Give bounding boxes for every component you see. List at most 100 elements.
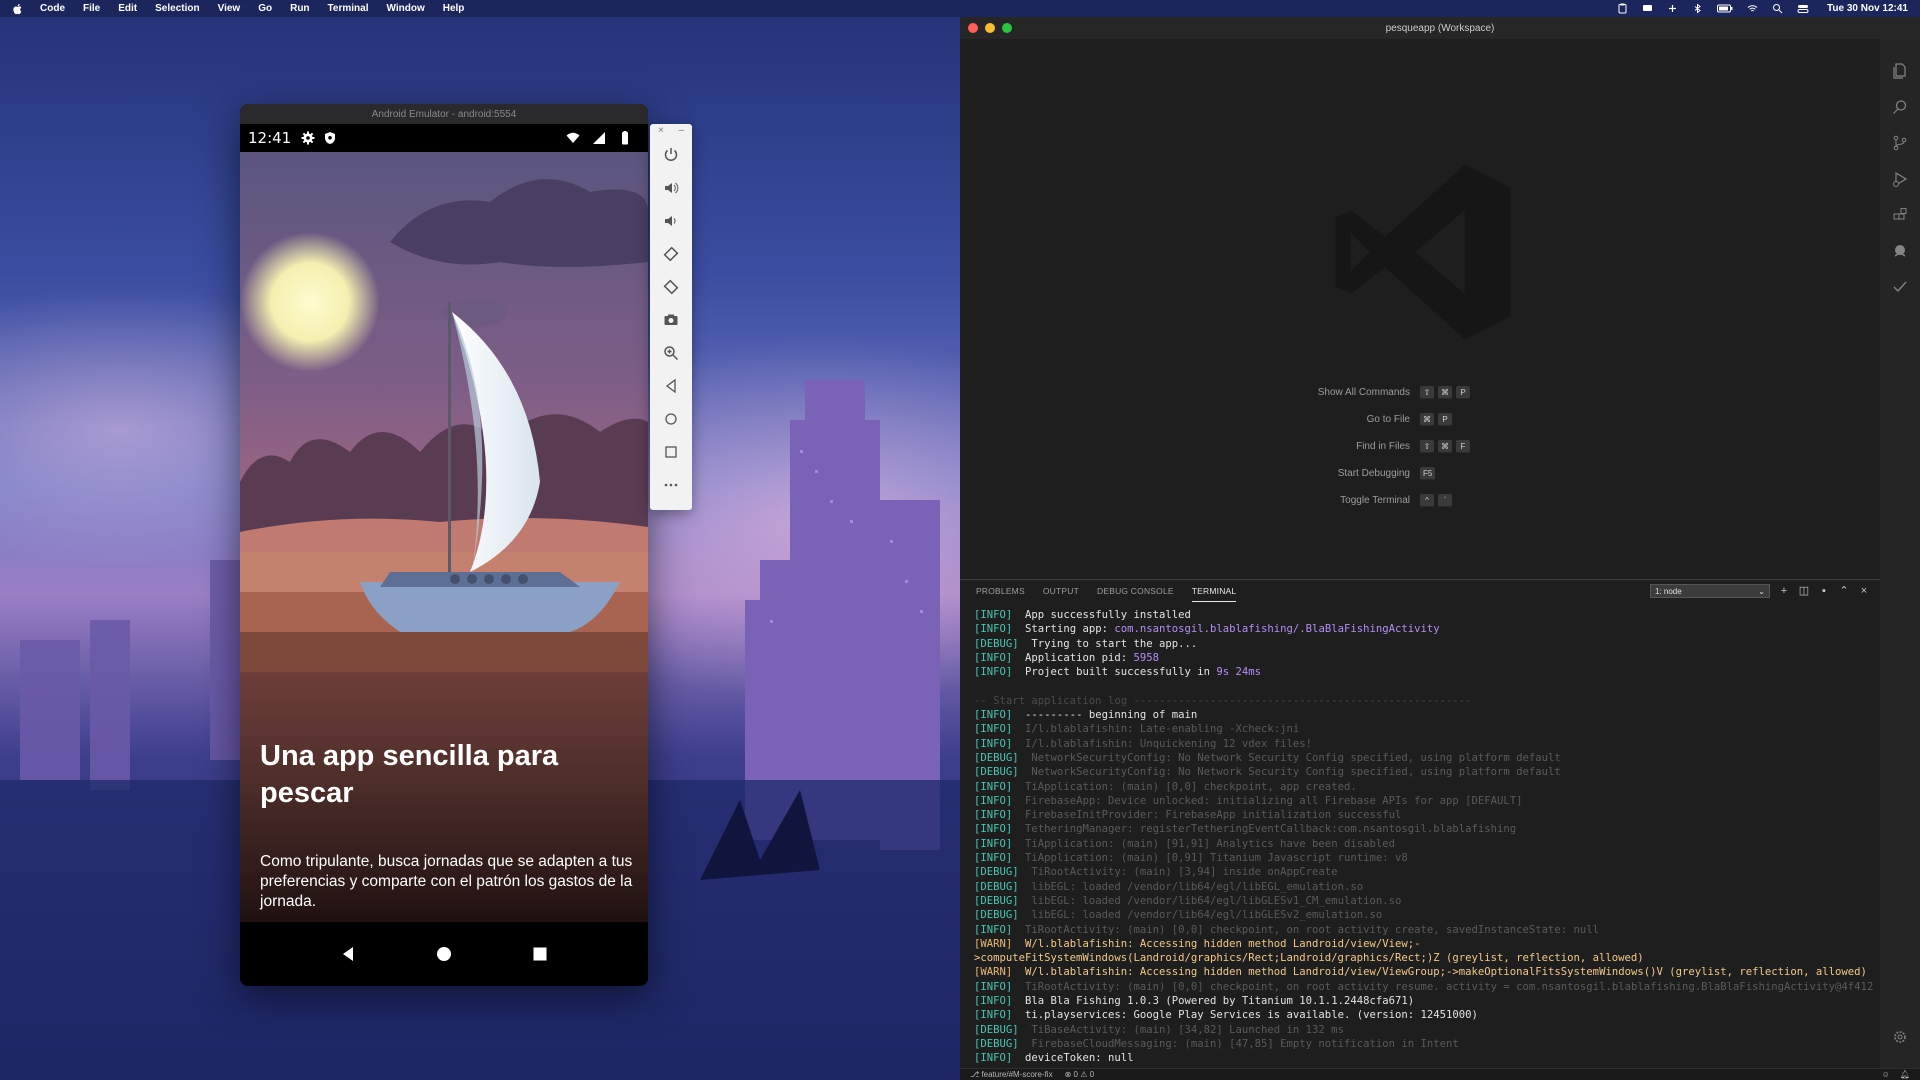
screenshot-button[interactable] <box>650 303 692 336</box>
new-terminal-plus-icon[interactable]: + <box>1778 585 1790 597</box>
menu-app-name[interactable]: Code <box>40 3 65 14</box>
log-message: 5958 <box>1133 651 1159 664</box>
tab-terminal[interactable]: TERMINAL <box>1191 580 1237 602</box>
terminal-selector-dropdown[interactable]: 1: node ⌄ <box>1650 584 1770 598</box>
display-icon[interactable] <box>1642 3 1653 14</box>
zoom-button[interactable] <box>650 336 692 369</box>
editor-welcome-area[interactable]: Show All Commands ⇧ ⌘ P Go to File ⌘ P F… <box>960 39 1880 597</box>
trash-icon[interactable]: ▪ <box>1818 585 1830 597</box>
home-button[interactable] <box>433 943 455 965</box>
shortcut-start-debugging[interactable]: Start Debugging F5 <box>1180 460 1660 487</box>
back-button[interactable] <box>337 943 359 965</box>
shortcut-label: Go to File <box>1366 414 1410 425</box>
camera-icon <box>664 314 678 325</box>
log-message: TiApplication: (main) [0,0] checkpoint, … <box>1025 780 1357 793</box>
bluetooth-icon[interactable] <box>1692 3 1703 14</box>
log-message: TiApplication: (main) [91,91] Analytics … <box>1025 837 1395 850</box>
terminal-line: [INFO] TetheringManager: registerTetheri… <box>974 822 1874 836</box>
vscode-title-bar[interactable]: pesqueapp (Workspace) <box>960 17 1920 39</box>
shortcut-key: ⌘ <box>1438 386 1452 399</box>
explorer-button[interactable] <box>1880 53 1920 89</box>
clipboard-icon[interactable] <box>1617 3 1628 14</box>
vscode-window-title: pesqueapp (Workspace) <box>1385 22 1495 34</box>
menu-window[interactable]: Window <box>386 3 424 14</box>
manage-button[interactable] <box>1880 1019 1920 1055</box>
menu-run[interactable]: Run <box>290 3 309 14</box>
branch-indicator[interactable]: ⎇ feature/#M-score-fix <box>970 1070 1053 1079</box>
terminal-line: [INFO] Application pid: 5958 <box>974 651 1874 665</box>
welcome-shortcuts: Show All Commands ⇧ ⌘ P Go to File ⌘ P F… <box>1180 379 1660 514</box>
minimize-icon[interactable]: – <box>678 125 684 137</box>
menu-view[interactable]: View <box>218 3 241 14</box>
focus-off-icon[interactable] <box>1667 3 1678 14</box>
log-level: [INFO] <box>974 837 1013 850</box>
rotate-left-button[interactable] <box>650 237 692 270</box>
rotate-right-icon <box>663 279 679 294</box>
overview-outline-icon <box>665 445 677 458</box>
shortcut-key: ^ <box>1420 494 1434 507</box>
maximize-window-button[interactable] <box>1002 23 1012 33</box>
overview-toolbar-button[interactable] <box>650 435 692 468</box>
close-panel-icon[interactable]: × <box>1858 585 1870 597</box>
battery-icon[interactable] <box>1717 3 1733 14</box>
shortcut-show-all-commands[interactable]: Show All Commands ⇧ ⌘ P <box>1180 379 1660 406</box>
terminal-line: [DEBUG] libEGL: loaded /vendor/lib64/egl… <box>974 894 1874 908</box>
phone-screen[interactable]: 12:41 Una app sencilla para pescar Como … <box>240 124 648 986</box>
menu-edit[interactable]: Edit <box>118 3 137 14</box>
vscode-window: pesqueapp (Workspace) Show All Commands … <box>960 17 1920 1080</box>
extensions-button[interactable] <box>1880 197 1920 233</box>
shortcut-go-to-file[interactable]: Go to File ⌘ P <box>1180 406 1660 433</box>
rotate-right-button[interactable] <box>650 270 692 303</box>
menu-go[interactable]: Go <box>258 3 272 14</box>
run-debug-button[interactable] <box>1880 161 1920 197</box>
emulator-title-bar[interactable]: Android Emulator - android:5554 <box>240 104 648 124</box>
back-toolbar-button[interactable] <box>650 369 692 402</box>
menu-file[interactable]: File <box>83 3 100 14</box>
shortcut-find-in-files[interactable]: Find in Files ⇧ ⌘ F <box>1180 433 1660 460</box>
recents-button[interactable] <box>529 943 551 965</box>
testing-button[interactable] <box>1880 269 1920 305</box>
more-button[interactable] <box>650 468 692 501</box>
close-icon[interactable]: × <box>658 125 664 137</box>
close-window-button[interactable] <box>968 23 978 33</box>
remote-explorer-button[interactable] <box>1880 233 1920 269</box>
feedback-icon[interactable]: ☺ <box>1882 1070 1890 1079</box>
files-icon <box>1893 63 1906 79</box>
log-level: [DEBUG] <box>974 880 1019 893</box>
shortcut-label: Show All Commands <box>1317 387 1410 398</box>
menu-terminal[interactable]: Terminal <box>328 3 369 14</box>
volume-down-button[interactable] <box>650 204 692 237</box>
tab-output[interactable]: OUTPUT <box>1043 580 1079 602</box>
menu-help[interactable]: Help <box>443 3 465 14</box>
apple-menu-icon[interactable] <box>12 3 24 15</box>
terminal-line: [INFO] --------- beginning of main <box>974 708 1874 722</box>
maximize-panel-chevron-up-icon[interactable]: ⌃ <box>1838 585 1850 597</box>
menubar-clock[interactable]: Tue 30 Nov 12:41 <box>1827 3 1908 14</box>
notifications-bell-icon[interactable]: 🔔︎ <box>1900 1070 1910 1079</box>
android-emulator-window: Android Emulator - android:5554 12:41 Un… <box>240 104 648 986</box>
log-level: [DEBUG] <box>974 1023 1019 1036</box>
log-message: FirebaseCloudMessaging: (main) [47,85] E… <box>1031 1037 1459 1050</box>
wifi-icon[interactable] <box>1747 3 1758 14</box>
home-toolbar-button[interactable] <box>650 402 692 435</box>
tab-debug-console[interactable]: DEBUG CONSOLE <box>1097 580 1174 602</box>
split-terminal-icon[interactable]: ◫ <box>1798 585 1810 597</box>
tab-problems[interactable]: PROBLEMS <box>976 580 1025 602</box>
terminal-selector-value: 1: node <box>1655 586 1682 596</box>
control-center-icon[interactable] <box>1797 3 1813 14</box>
volume-up-button[interactable] <box>650 171 692 204</box>
minimize-window-button[interactable] <box>985 23 995 33</box>
problems-indicator[interactable]: ⊗ 0 ⚠ 0 <box>1065 1070 1094 1079</box>
search-button[interactable] <box>1880 89 1920 125</box>
log-level: [INFO] <box>974 666 1013 679</box>
terminal-line: [DEBUG] NetworkSecurityConfig: No Networ… <box>974 751 1874 765</box>
log-level: [DEBUG] <box>974 766 1019 779</box>
spotlight-search-icon[interactable] <box>1772 3 1783 14</box>
power-button[interactable] <box>650 138 692 171</box>
log-level: [WARN] <box>974 937 1013 950</box>
shortcut-toggle-terminal[interactable]: Toggle Terminal ^ ` <box>1180 487 1660 514</box>
source-control-button[interactable] <box>1880 125 1920 161</box>
terminal-output[interactable]: [INFO] App successfully installed [INFO] … <box>974 608 1874 1064</box>
menu-selection[interactable]: Selection <box>155 3 199 14</box>
terminal-line: [DEBUG] NetworkSecurityConfig: No Networ… <box>974 765 1874 779</box>
